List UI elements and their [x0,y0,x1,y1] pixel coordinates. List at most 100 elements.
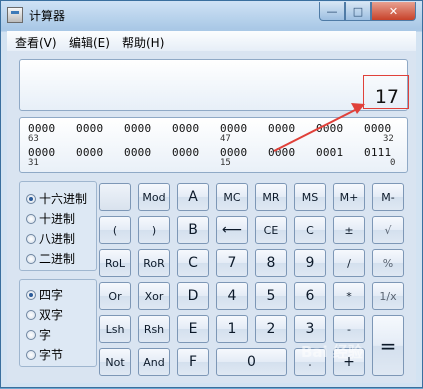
bit-position-label: 32 [383,134,394,144]
calculator-window: 计算器 — □ ✕ 查看(V) 编辑(E) 帮助(H) 17 0000 0000… [0,0,423,388]
subtract-key[interactable]: - [333,315,365,343]
bit-group: 0111 [364,146,392,159]
bit-group: 0000 [124,146,152,159]
calculator-app-icon [7,7,23,23]
radio-icon [26,213,36,224]
blank-key[interactable] [99,183,131,211]
right-shift-key[interactable]: Rsh [138,315,170,343]
divide-key[interactable]: / [333,249,365,277]
left-shift-key[interactable]: Lsh [99,315,131,343]
radio-hex[interactable]: 十六进制 [26,190,87,207]
radio-qword[interactable]: 四字 [26,286,63,303]
memory-recall-key[interactable]: MR [255,183,287,211]
window-title: 计算器 [29,9,66,23]
hex-c-key[interactable]: C [177,249,209,277]
bit-group: 0000 [124,122,152,135]
open-paren-key[interactable]: ( [99,216,131,244]
bit-group: 0000 [76,122,104,135]
memory-add-key[interactable]: M+ [333,183,365,211]
memory-store-key[interactable]: MS [294,183,326,211]
menu-help[interactable]: 帮助(H) [122,34,164,51]
bit-position-label: 63 [28,134,39,144]
mod-key[interactable]: Mod [138,183,170,211]
binary-bit-display: 0000 0000 0000 0000 0000 0000 0000 0000 … [19,117,408,173]
hex-b-key[interactable]: B [177,216,209,244]
watermark-logo: Bai 经验 [301,343,363,361]
radio-dword[interactable]: 双字 [26,306,63,323]
bit-position-label: 31 [28,158,39,168]
radio-label: 字 [39,328,52,342]
bit-group: 0000 [172,122,200,135]
digit-0-key[interactable]: 0 [216,348,287,376]
backspace-key[interactable]: ⟵ [216,216,248,244]
radio-icon [26,233,36,244]
digit-9-key[interactable]: 9 [294,249,326,277]
radio-label: 四字 [39,288,64,302]
radio-icon [26,329,36,340]
close-button[interactable]: ✕ [371,2,416,21]
not-key[interactable]: Not [99,348,131,376]
bit-group: 0000 [268,122,296,135]
sqrt-key[interactable]: √ [372,216,404,244]
radio-label: 十六进制 [39,192,88,206]
rotate-right-key[interactable]: RoR [138,249,170,277]
hex-d-key[interactable]: D [177,282,209,310]
radio-word[interactable]: 字 [26,326,51,343]
bit-group: 0000 [76,146,104,159]
minimize-button[interactable]: — [319,2,345,21]
equals-key[interactable]: = [372,315,404,376]
radio-label: 双字 [39,308,64,322]
bit-position-label: 15 [220,158,231,168]
hex-a-key[interactable]: A [177,183,209,211]
multiply-key[interactable]: * [333,282,365,310]
result-display: 17 [19,59,408,111]
radio-byte[interactable]: 字节 [26,346,63,363]
digit-1-key[interactable]: 1 [216,315,248,343]
menu-bar: 查看(V) 编辑(E) 帮助(H) [7,31,416,51]
radio-label: 二进制 [39,252,76,266]
digit-5-key[interactable]: 5 [255,282,287,310]
digit-4-key[interactable]: 4 [216,282,248,310]
radio-selected-icon [26,289,36,300]
bit-group: 0001 [316,146,344,159]
hex-f-key[interactable]: F [177,348,209,376]
maximize-button[interactable]: □ [345,2,371,21]
radio-selected-icon [26,193,36,204]
radio-label: 字节 [39,348,64,362]
bit-position-label: 0 [390,158,396,168]
radio-octal[interactable]: 八进制 [26,230,75,247]
number-base-group: 十六进制 十进制 八进制 二进制 [19,181,97,271]
xor-key[interactable]: Xor [138,282,170,310]
clear-key[interactable]: C [294,216,326,244]
digit-3-key[interactable]: 3 [294,315,326,343]
digit-7-key[interactable]: 7 [216,249,248,277]
radio-decimal[interactable]: 十进制 [26,210,75,227]
negate-key[interactable]: ± [333,216,365,244]
menu-view[interactable]: 查看(V) [15,34,57,51]
menu-edit[interactable]: 编辑(E) [69,34,110,51]
bit-group: 0000 [172,146,200,159]
digit-2-key[interactable]: 2 [255,315,287,343]
close-paren-key[interactable]: ) [138,216,170,244]
bit-group: 0000 [316,122,344,135]
rotate-left-key[interactable]: RoL [99,249,131,277]
word-size-group: 四字 双字 字 字节 [19,279,97,367]
digit-8-key[interactable]: 8 [255,249,287,277]
memory-clear-key[interactable]: MC [216,183,248,211]
clear-entry-key[interactable]: CE [255,216,287,244]
percent-key[interactable]: % [372,249,404,277]
bit-position-label: 47 [220,134,231,144]
title-bar: 计算器 — □ ✕ [1,1,422,29]
memory-subtract-key[interactable]: M- [372,183,404,211]
radio-icon [26,253,36,264]
and-key[interactable]: And [138,348,170,376]
calculator-body: 17 0000 0000 0000 0000 0000 0000 0000 00… [7,51,416,383]
reciprocal-key[interactable]: 1/x [372,282,404,310]
or-key[interactable]: Or [99,282,131,310]
radio-icon [26,309,36,320]
radio-icon [26,349,36,360]
digit-6-key[interactable]: 6 [294,282,326,310]
hex-e-key[interactable]: E [177,315,209,343]
radio-label: 十进制 [39,212,76,226]
radio-binary[interactable]: 二进制 [26,250,75,267]
